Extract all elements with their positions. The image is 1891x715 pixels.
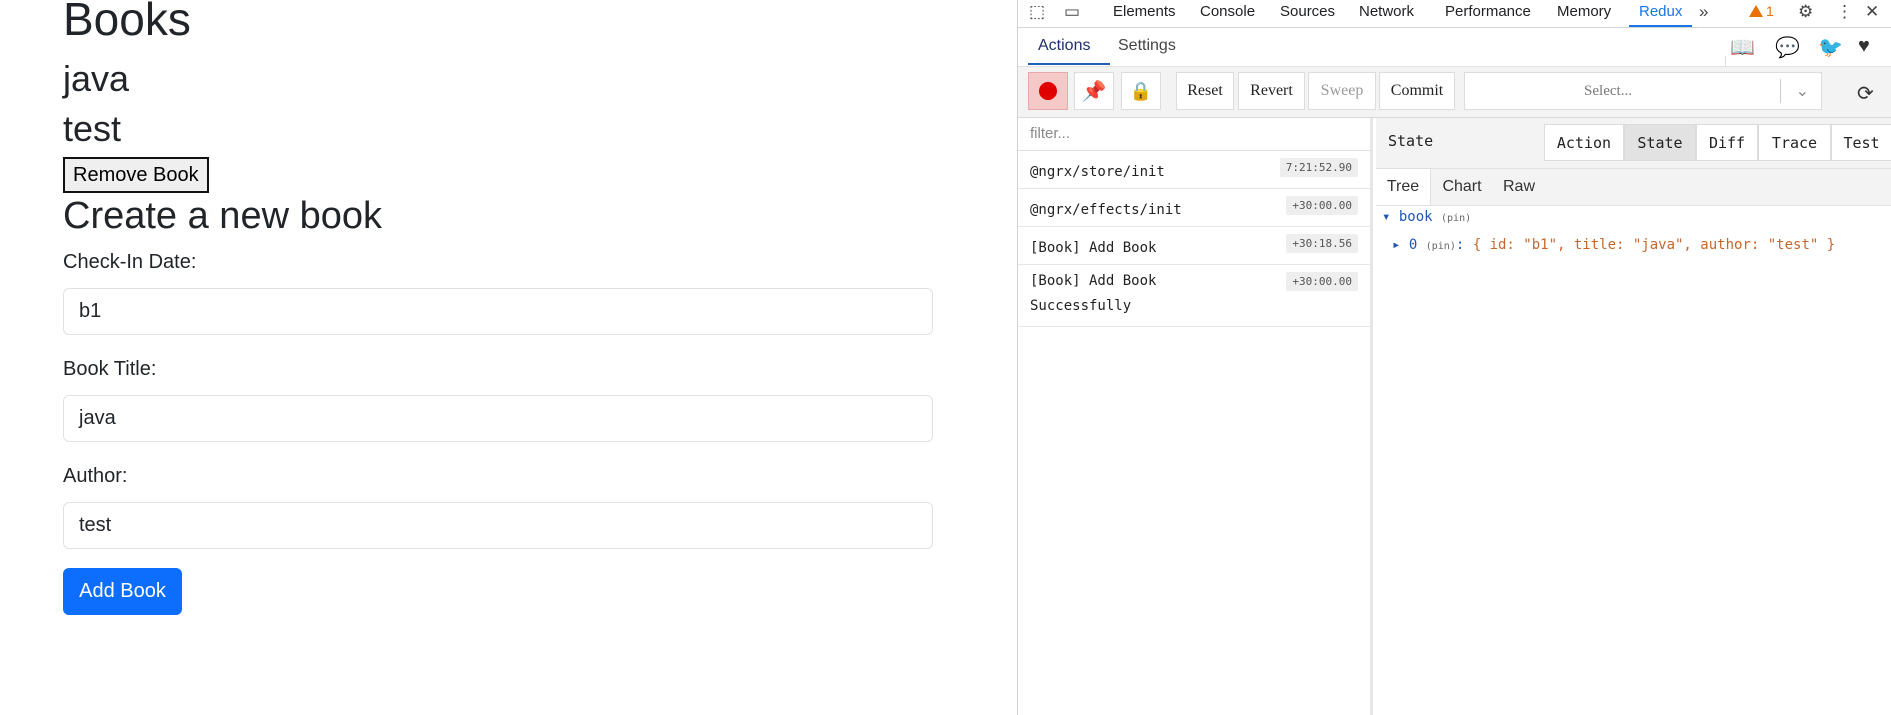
chevron-down-icon: ⌄ (1795, 83, 1809, 100)
commit-button[interactable]: Commit (1379, 72, 1455, 110)
record-icon (1039, 82, 1057, 100)
devtools-tabbar: ⬚ ▭ Elements Console Sources Network Per… (1018, 0, 1891, 28)
action-time: 7:21:52.90 (1279, 158, 1358, 177)
tree-value: { id: "b1", title: "java", author: "test… (1472, 237, 1836, 253)
tab-performance[interactable]: Performance (1445, 3, 1531, 20)
view-tab-tree[interactable]: Tree (1376, 169, 1431, 205)
filter-input[interactable]: filter... (1018, 118, 1370, 151)
view-tab-chart[interactable]: Chart (1430, 169, 1494, 205)
action-item[interactable]: @ngrx/store/init 7:21:52.90 (1018, 151, 1370, 189)
action-item[interactable]: @ngrx/effects/init +30:00.00 (1018, 189, 1370, 227)
state-title: State (1388, 132, 1434, 150)
warning-icon (1749, 5, 1763, 17)
tab-trace[interactable]: Trace (1758, 124, 1831, 161)
lock-icon: 🔒 (1129, 80, 1153, 101)
action-time: +30:00.00 (1286, 196, 1358, 215)
book-author: test (63, 108, 122, 149)
more-options-icon[interactable]: ⋮ (1836, 2, 1853, 22)
book-title-label: Book Title: (63, 358, 157, 380)
more-tabs-icon[interactable]: » (1699, 2, 1708, 22)
action-name: [Book] Add Book Successfully (1030, 273, 1157, 314)
pin-button[interactable]: 📌 (1074, 72, 1114, 110)
book-title: java (63, 58, 130, 99)
action-time: +30:00.00 (1286, 272, 1358, 291)
sync-icon[interactable]: ⟳ (1857, 81, 1874, 106)
tab-network[interactable]: Network (1359, 3, 1414, 20)
redux-tab-settings[interactable]: Settings (1118, 37, 1176, 55)
collapse-arrow-icon: ▸ (1392, 237, 1409, 253)
docs-book-icon[interactable]: 📖 (1730, 35, 1755, 60)
action-item[interactable]: [Book] Add Book Successfully +30:00.00 (1018, 265, 1370, 327)
tab-diff[interactable]: Diff (1696, 124, 1758, 161)
tab-redux[interactable]: Redux (1628, 3, 1693, 27)
pin-icon: 📌 (1081, 80, 1107, 103)
action-item[interactable]: [Book] Add Book +30:18.56 (1018, 227, 1370, 265)
app-page: Books java test Remove Book Create a new… (0, 0, 1017, 715)
checkin-date-label: Check-In Date: (63, 251, 197, 273)
action-name: @ngrx/effects/init (1030, 202, 1182, 218)
record-button[interactable] (1028, 72, 1068, 110)
state-header: State Action State Diff Trace Test (1376, 118, 1891, 169)
tab-memory[interactable]: Memory (1557, 3, 1611, 20)
devtools-panel: ⬚ ▭ Elements Console Sources Network Per… (1017, 0, 1891, 715)
tab-state[interactable]: State (1624, 124, 1696, 161)
inspect-element-icon[interactable]: ⬚ (1029, 2, 1045, 22)
select-placeholder: Select... (1584, 83, 1632, 99)
tree-pin[interactable]: (pin) (1426, 241, 1456, 252)
author-input[interactable]: test (63, 502, 933, 549)
select-divider (1780, 79, 1781, 103)
settings-gear-icon[interactable]: ⚙ (1798, 2, 1813, 22)
redux-nav: Actions Settings 📖 💬 🐦 ♥ (1018, 28, 1891, 94)
remove-book-button[interactable]: Remove Book (63, 157, 209, 193)
tree-colon: : (1455, 237, 1465, 253)
tree-row-book[interactable]: ▾ book (pin) (1382, 209, 1471, 225)
book-title-input[interactable]: java (63, 395, 933, 442)
redux-tab-actions[interactable]: Actions (1038, 37, 1090, 55)
heart-icon[interactable]: ♥ (1858, 35, 1870, 58)
feedback-chat-icon[interactable]: 💬 (1775, 35, 1800, 60)
view-tabs: Tree Chart Raw (1376, 169, 1891, 206)
tree-pin[interactable]: (pin) (1441, 213, 1471, 224)
instance-select[interactable]: Select... ⌄ (1464, 72, 1822, 110)
lock-button[interactable]: 🔒 (1121, 72, 1161, 110)
author-label: Author: (63, 465, 128, 487)
action-time: +30:18.56 (1286, 234, 1358, 253)
reset-button[interactable]: Reset (1176, 72, 1234, 110)
tree-key: 0 (1408, 237, 1418, 253)
twitter-icon[interactable]: 🐦 (1818, 35, 1843, 60)
action-name: @ngrx/store/init (1030, 164, 1165, 180)
active-tab-underline (1028, 63, 1110, 65)
page-heading: Books (63, 0, 191, 45)
sweep-button[interactable]: Sweep (1308, 72, 1376, 110)
tab-test[interactable]: Test (1831, 124, 1891, 161)
tree-key: book (1398, 209, 1433, 225)
tab-console[interactable]: Console (1200, 3, 1255, 20)
form-heading: Create a new book (63, 195, 382, 237)
state-inspector-pane: State Action State Diff Trace Test Tree … (1376, 118, 1891, 715)
actions-list-pane: filter... @ngrx/store/init 7:21:52.90 @n… (1018, 118, 1373, 715)
action-name: [Book] Add Book (1030, 240, 1157, 256)
add-book-button[interactable]: Add Book (63, 568, 182, 615)
tab-sources[interactable]: Sources (1280, 3, 1335, 20)
tree-row-item[interactable]: ▸ 0 (pin): { id: "b1", title: "java", au… (1392, 237, 1835, 253)
close-devtools-icon[interactable]: ✕ (1865, 2, 1879, 22)
view-tab-raw[interactable]: Raw (1494, 169, 1544, 205)
device-toolbar-icon[interactable]: ▭ (1064, 2, 1080, 22)
redux-toolbar: 📌 🔒 Reset Revert Sweep Commit Select... … (1018, 67, 1891, 118)
tab-action[interactable]: Action (1544, 124, 1624, 161)
expand-arrow-icon: ▾ (1382, 209, 1399, 225)
warning-badge[interactable]: 1 (1749, 3, 1774, 19)
filter-placeholder: filter... (1030, 125, 1071, 142)
tab-elements[interactable]: Elements (1113, 3, 1176, 20)
checkin-date-input[interactable]: b1 (63, 288, 933, 335)
revert-button[interactable]: Revert (1238, 72, 1305, 110)
